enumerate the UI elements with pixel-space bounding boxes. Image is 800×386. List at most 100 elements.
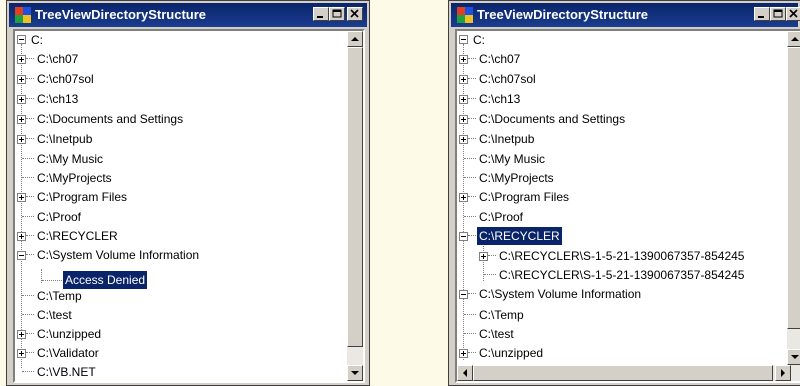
tree-node[interactable]: C:\RECYCLER	[37, 227, 118, 245]
maximize-button[interactable]	[329, 7, 345, 21]
collapse-icon[interactable]	[459, 232, 468, 241]
expand-icon[interactable]	[459, 349, 468, 358]
collapse-icon[interactable]	[459, 35, 468, 44]
tree-connector	[26, 254, 34, 255]
close-button[interactable]	[347, 7, 363, 21]
tree-connector	[26, 98, 34, 99]
arrow-right-icon	[781, 369, 785, 377]
tree-node[interactable]: C:\ch07	[37, 50, 78, 68]
scroll-up-button[interactable]	[787, 31, 800, 47]
tree-node[interactable]: C:\unzipped	[37, 325, 101, 343]
minimize-button[interactable]	[313, 7, 329, 21]
arrow-up-icon	[791, 37, 799, 41]
expand-icon[interactable]	[17, 115, 26, 124]
close-button[interactable]	[786, 7, 800, 21]
scroll-down-button[interactable]	[347, 365, 363, 381]
scroll-right-button[interactable]	[775, 365, 791, 381]
expand-icon[interactable]	[459, 95, 468, 104]
expand-icon[interactable]	[479, 252, 488, 261]
tree-node[interactable]: C:\ch13	[479, 90, 520, 108]
tree-connector	[488, 255, 496, 256]
minimize-button[interactable]	[754, 7, 770, 21]
tree-node[interactable]: C:\Documents and Settings	[479, 110, 625, 128]
arrow-down-icon	[351, 371, 359, 375]
expand-icon[interactable]	[459, 115, 468, 124]
horizontal-scrollbar[interactable]	[457, 365, 800, 381]
tree-connector	[22, 371, 34, 372]
tree-node[interactable]: C:\ch13	[37, 90, 78, 108]
tree-connector	[468, 235, 476, 236]
tree-node[interactable]: C:\Temp	[479, 306, 524, 324]
expand-icon[interactable]	[17, 55, 26, 64]
tree-node[interactable]: C:\unzipped	[479, 344, 543, 362]
tree-node[interactable]: C:\test	[37, 306, 72, 324]
tree-node[interactable]: C:\Proof	[37, 208, 81, 226]
tree-node-selected[interactable]: C:\RECYCLER	[476, 226, 563, 246]
expand-icon[interactable]	[459, 55, 468, 64]
window-left: TreeViewDirectoryStructure C: C:\ch07 C:…	[6, 0, 370, 386]
tree-node[interactable]: C:\Program Files	[37, 188, 127, 206]
maximize-icon	[773, 9, 783, 18]
collapse-icon[interactable]	[17, 35, 26, 44]
expand-icon[interactable]	[17, 95, 26, 104]
tree-node[interactable]: C:\Proof	[479, 208, 523, 226]
tree-node[interactable]: C:\System Volume Information	[479, 285, 641, 303]
minimize-icon	[317, 16, 323, 18]
tree-connector	[464, 216, 476, 217]
expand-icon[interactable]	[17, 75, 26, 84]
vertical-scrollbar[interactable]	[347, 31, 363, 381]
tree-node[interactable]: C:\MyProjects	[479, 169, 554, 187]
maximize-button[interactable]	[770, 7, 786, 21]
expand-icon[interactable]	[17, 232, 26, 241]
scroll-up-button[interactable]	[347, 31, 363, 47]
tree-view[interactable]: C: C:\ch07 C:\ch07sol C:\ch13 C:\Documen…	[455, 29, 800, 383]
tree-node[interactable]: C:\Program Files	[479, 188, 569, 206]
tree-node[interactable]: C:\MyProjects	[37, 169, 112, 187]
tree-node[interactable]: C:\My Music	[479, 150, 545, 168]
tree-node[interactable]: C:\RECYCLER\S-1-5-21-1390067357-854245	[499, 247, 744, 265]
expand-icon[interactable]	[17, 193, 26, 202]
tree-view[interactable]: C: C:\ch07 C:\ch07sol C:\ch13 C:\Documen…	[13, 29, 365, 383]
tree-connector	[468, 138, 476, 139]
tree-node[interactable]: C:\Inetpub	[479, 130, 534, 148]
tree-root[interactable]: C:	[31, 31, 43, 49]
tree-node[interactable]: C:\VB.NET	[37, 363, 96, 381]
tree-node[interactable]: C:\Temp	[37, 287, 82, 305]
window-title: TreeViewDirectoryStructure	[35, 7, 206, 22]
expand-icon[interactable]	[459, 135, 468, 144]
expand-icon[interactable]	[17, 135, 26, 144]
tree-node[interactable]: C:\test	[479, 325, 514, 343]
scroll-thumb[interactable]	[787, 47, 800, 329]
vertical-scrollbar[interactable]	[787, 31, 800, 365]
expand-icon[interactable]	[459, 193, 468, 202]
title-bar[interactable]: TreeViewDirectoryStructure	[451, 3, 800, 27]
tree-node[interactable]: C:\Documents and Settings	[37, 110, 183, 128]
expand-icon[interactable]	[17, 330, 26, 339]
tree-node[interactable]: C:\My Music	[37, 150, 103, 168]
scroll-down-button[interactable]	[787, 349, 800, 365]
tree-connector	[464, 177, 476, 178]
collapse-icon[interactable]	[17, 251, 26, 260]
tree-node[interactable]: C:\Inetpub	[37, 130, 92, 148]
tree-connector	[468, 98, 476, 99]
scroll-left-button[interactable]	[457, 365, 473, 381]
tree-node[interactable]: C:\ch07sol	[479, 70, 536, 88]
minimize-icon	[758, 16, 764, 18]
maximize-icon	[332, 9, 342, 18]
expand-icon[interactable]	[459, 75, 468, 84]
tree-connector	[464, 314, 476, 315]
tree-node[interactable]: C:\Validator	[37, 344, 99, 362]
tree-node[interactable]: C:\RECYCLER\S-1-5-21-1390067357-854245	[499, 266, 744, 284]
title-bar[interactable]: TreeViewDirectoryStructure	[9, 3, 367, 27]
tree-node[interactable]: C:\System Volume Information	[37, 246, 199, 264]
tree-connector	[21, 44, 22, 368]
arrow-up-icon	[351, 37, 359, 41]
tree-node[interactable]: C:\ch07sol	[37, 70, 94, 88]
tree-node[interactable]: C:\ch07	[479, 50, 520, 68]
scroll-thumb[interactable]	[473, 365, 773, 381]
collapse-icon[interactable]	[459, 290, 468, 299]
tree-root[interactable]: C:	[473, 31, 485, 49]
expand-icon[interactable]	[17, 349, 26, 358]
scroll-thumb[interactable]	[347, 47, 363, 347]
tree-connector	[468, 352, 476, 353]
